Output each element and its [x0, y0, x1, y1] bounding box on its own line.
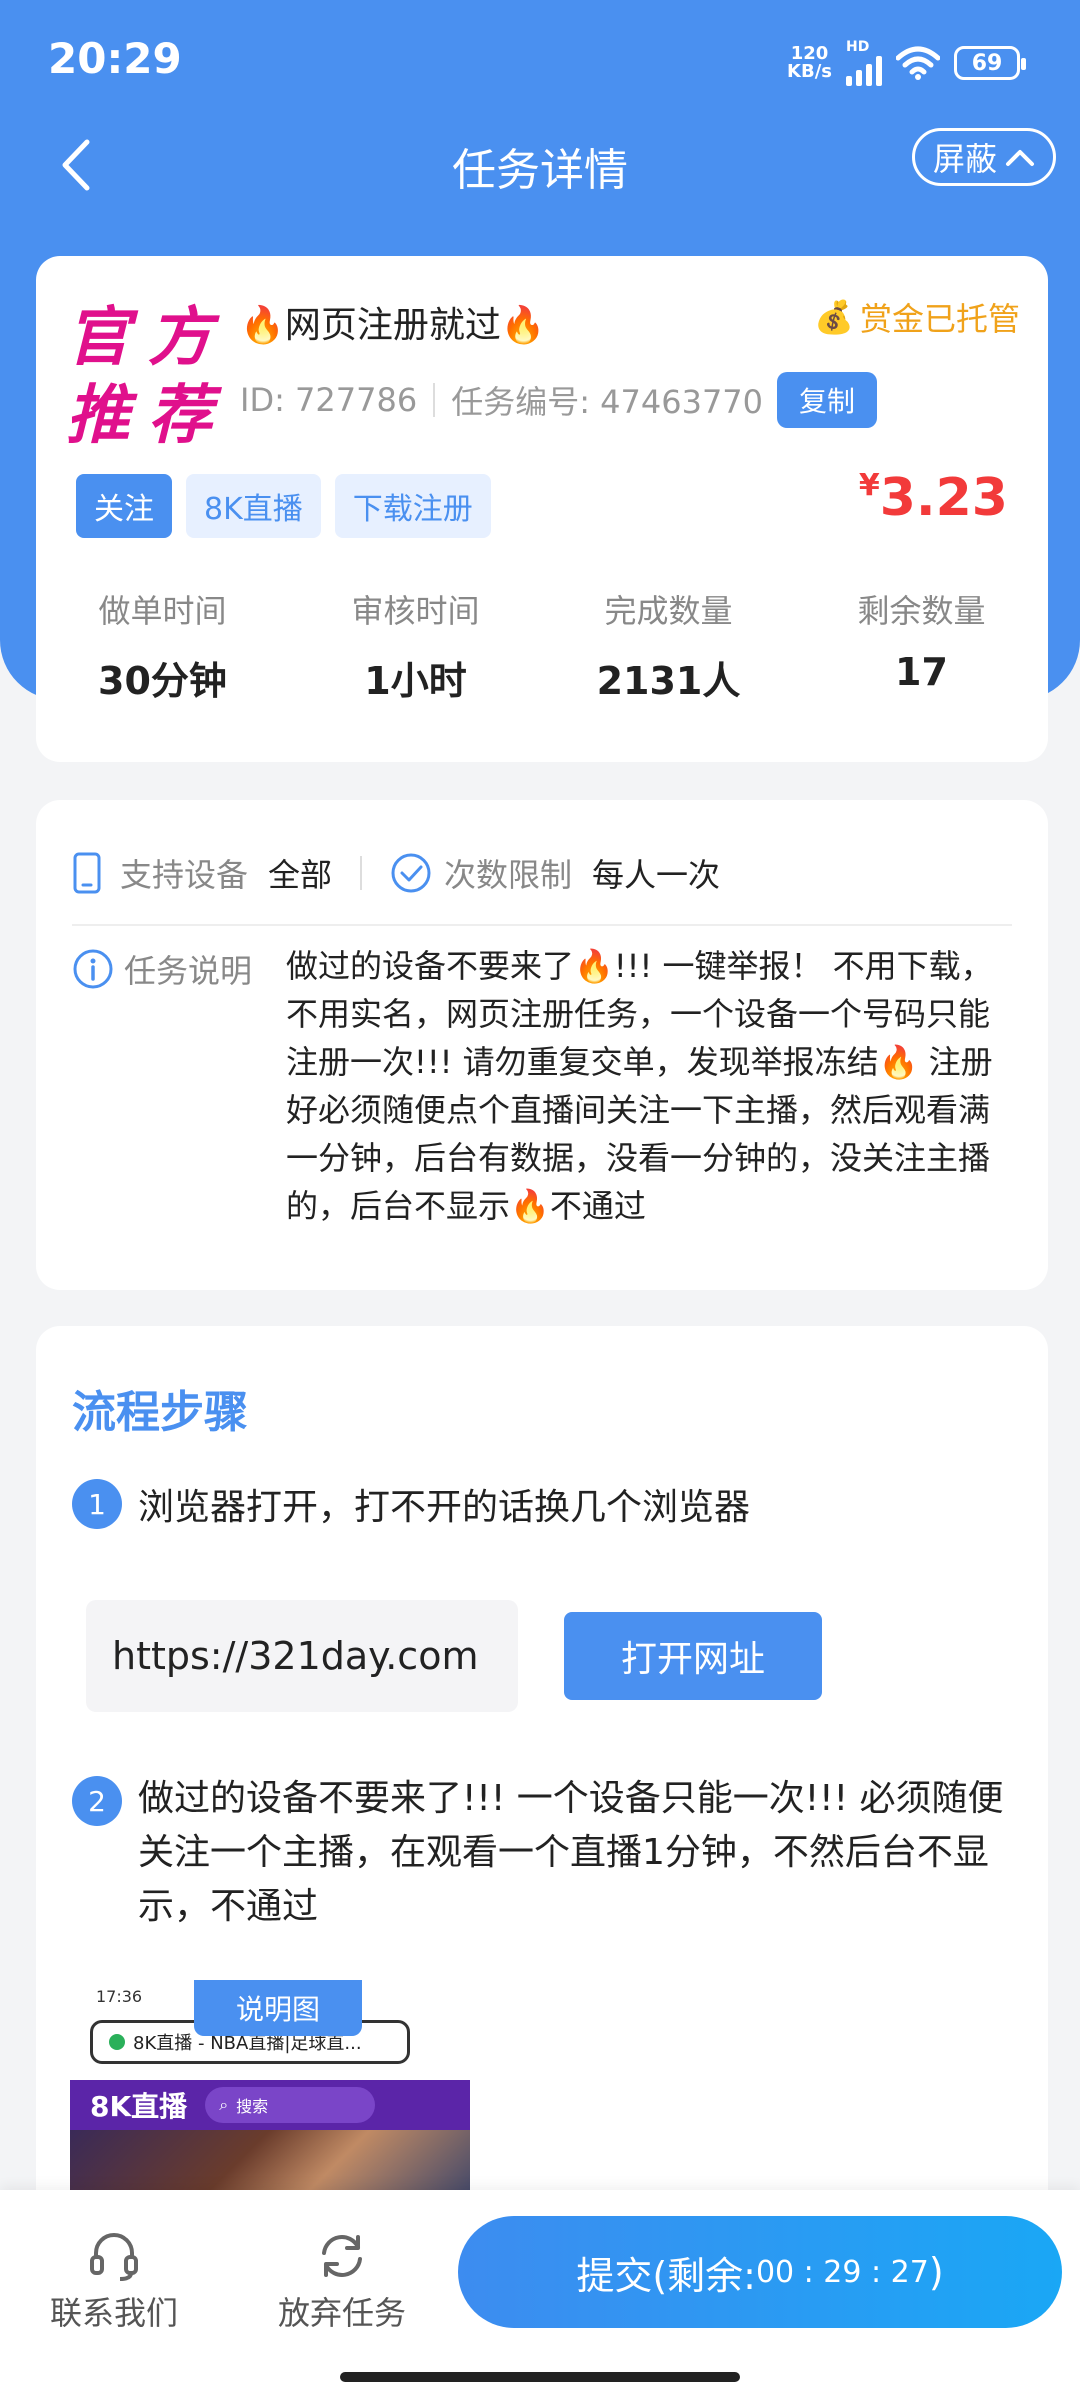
- device-value: 全部: [268, 856, 333, 894]
- chevron-up-icon: [1006, 150, 1034, 166]
- sample-site-header: 8K直播 ⌕ 搜索: [70, 2080, 470, 2130]
- net-speed-unit: KB/s: [787, 61, 832, 82]
- device-limit-row: 支持设备 全部 次数限制 每人一次: [72, 850, 720, 896]
- signal-icon: [846, 54, 882, 86]
- hd-badge: HD: [846, 39, 870, 55]
- status-bar: 20:29 120 KB/s HD 69: [0, 0, 1080, 120]
- description-label: 任务说明: [124, 952, 253, 990]
- check-circle-icon: [391, 853, 431, 893]
- stat-remaining-count: 剩余数量 17: [857, 592, 986, 694]
- task-id-row: ID: 727786 任务编号: 47463770 复制: [240, 372, 878, 428]
- tag-8k-live: 8K直播: [186, 474, 321, 538]
- divider: [433, 383, 436, 417]
- price-value: 3.23: [879, 468, 1008, 528]
- submit-button[interactable]: 提交(剩余: 00 : 29 : 27 ): [458, 2216, 1062, 2328]
- step-item: 1 浏览器打开，打不开的话换几个浏览器: [72, 1478, 750, 1530]
- submit-label: 提交(剩余:: [576, 2253, 756, 2298]
- tag-follow: 关注: [76, 474, 172, 538]
- battery-level: 69: [971, 50, 1003, 76]
- task-number: 任务编号: 47463770: [451, 383, 764, 421]
- abandon-task-button[interactable]: 放弃任务: [252, 2224, 432, 2334]
- copy-button[interactable]: 复制: [777, 372, 878, 428]
- task-stats: 做单时间 30分钟 审核时间 1小时 完成数量 2131人 剩余数量 17: [36, 586, 1048, 705]
- home-indicator[interactable]: [340, 2372, 740, 2382]
- description-label-group: 任务说明: [72, 946, 252, 992]
- steps-card: 流程步骤 1 浏览器打开，打不开的话换几个浏览器 https://321day.…: [36, 1326, 1048, 2226]
- stat-work-time: 做单时间 30分钟: [98, 592, 227, 703]
- battery-icon: 69: [954, 46, 1026, 80]
- cell-signal: HD: [846, 40, 882, 86]
- tag-download-register: 下载注册: [334, 474, 491, 538]
- official-recommend-seal: 官 方 推 荐: [66, 300, 212, 453]
- sample-search-label: 搜索: [236, 2097, 269, 2116]
- countdown: 00 : 29 : 27: [755, 2254, 929, 2290]
- info-icon: [73, 949, 113, 989]
- task-title: 🔥网页注册就过🔥: [240, 305, 546, 346]
- shield-label: 屏蔽: [932, 140, 997, 178]
- open-url-button[interactable]: 打开网址: [564, 1612, 822, 1700]
- bottom-action-bar: 联系我们 放弃任务 提交(剩余: 00 : 29 : 27 ): [0, 2190, 1080, 2400]
- task-info-card: 支持设备 全部 次数限制 每人一次 任务说明 做过的设备不要来了🔥!!! 一键举…: [36, 800, 1048, 1290]
- search-icon: ⌕: [219, 2095, 229, 2114]
- contact-label: 联系我们: [49, 2294, 178, 2332]
- task-tags: 关注 8K直播 下载注册: [76, 474, 491, 538]
- refresh-icon: [252, 2224, 432, 2288]
- step-number: 1: [72, 1479, 122, 1529]
- money-bag-icon: 💰: [814, 298, 854, 336]
- sample-search: ⌕ 搜索: [205, 2087, 376, 2123]
- step-text: 做过的设备不要来了!!! 一个设备只能一次!!! 必须随便关注一个主播，在观看一…: [138, 1778, 1004, 1927]
- secure-dot-icon: [109, 2034, 125, 2050]
- wifi-icon: [896, 46, 940, 80]
- stat-review-time: 审核时间 1小时: [351, 592, 480, 703]
- explanation-tag: 说明图: [194, 1980, 362, 2036]
- divider: [72, 924, 1012, 926]
- contact-us-button[interactable]: 联系我们: [24, 2224, 204, 2334]
- url-field[interactable]: https://321day.com: [86, 1600, 518, 1712]
- net-speed: 120 KB/s: [787, 45, 832, 81]
- sample-time: 17:36: [96, 1986, 143, 2006]
- task-summary-card: 官 方 推 荐 🔥网页注册就过🔥 💰 赏金已托管 ID: 727786 任务编号…: [36, 256, 1048, 762]
- phone-icon: [73, 852, 101, 894]
- sample-brand: 8K直播: [90, 2090, 188, 2123]
- divider: [360, 856, 363, 890]
- step-number: 2: [72, 1776, 122, 1826]
- limit-label: 次数限制: [444, 856, 573, 894]
- status-time: 20:29: [48, 34, 182, 83]
- shield-button[interactable]: 屏蔽: [912, 128, 1056, 186]
- submit-suffix: ): [928, 2250, 944, 2294]
- step-item: 2 做过的设备不要来了!!! 一个设备只能一次!!! 必须随便关注一个主播，在观…: [72, 1772, 1018, 1934]
- stat-completed-count: 完成数量 2131人: [596, 592, 741, 703]
- step-text: 浏览器打开，打不开的话换几个浏览器: [138, 1487, 751, 1528]
- task-description: 做过的设备不要来了🔥!!! 一键举报！ 不用下载，不用实名，网页注册任务，一个设…: [286, 947, 993, 1225]
- abandon-label: 放弃任务: [277, 2294, 406, 2332]
- bounty-label: 赏金已托管: [859, 300, 1020, 338]
- device-label: 支持设备: [120, 856, 249, 894]
- limit-value: 每人一次: [592, 856, 721, 894]
- task-id: ID: 727786: [240, 381, 418, 419]
- task-price: ¥3.23: [859, 468, 1008, 528]
- status-icons: 120 KB/s HD 69: [787, 40, 1026, 86]
- bounty-status: 💰 赏金已托管: [814, 294, 1020, 340]
- nav-bar: 任务详情 屏蔽: [0, 120, 1080, 210]
- price-symbol: ¥: [858, 468, 880, 503]
- steps-title: 流程步骤: [72, 1387, 248, 1438]
- headset-icon: [24, 2224, 204, 2288]
